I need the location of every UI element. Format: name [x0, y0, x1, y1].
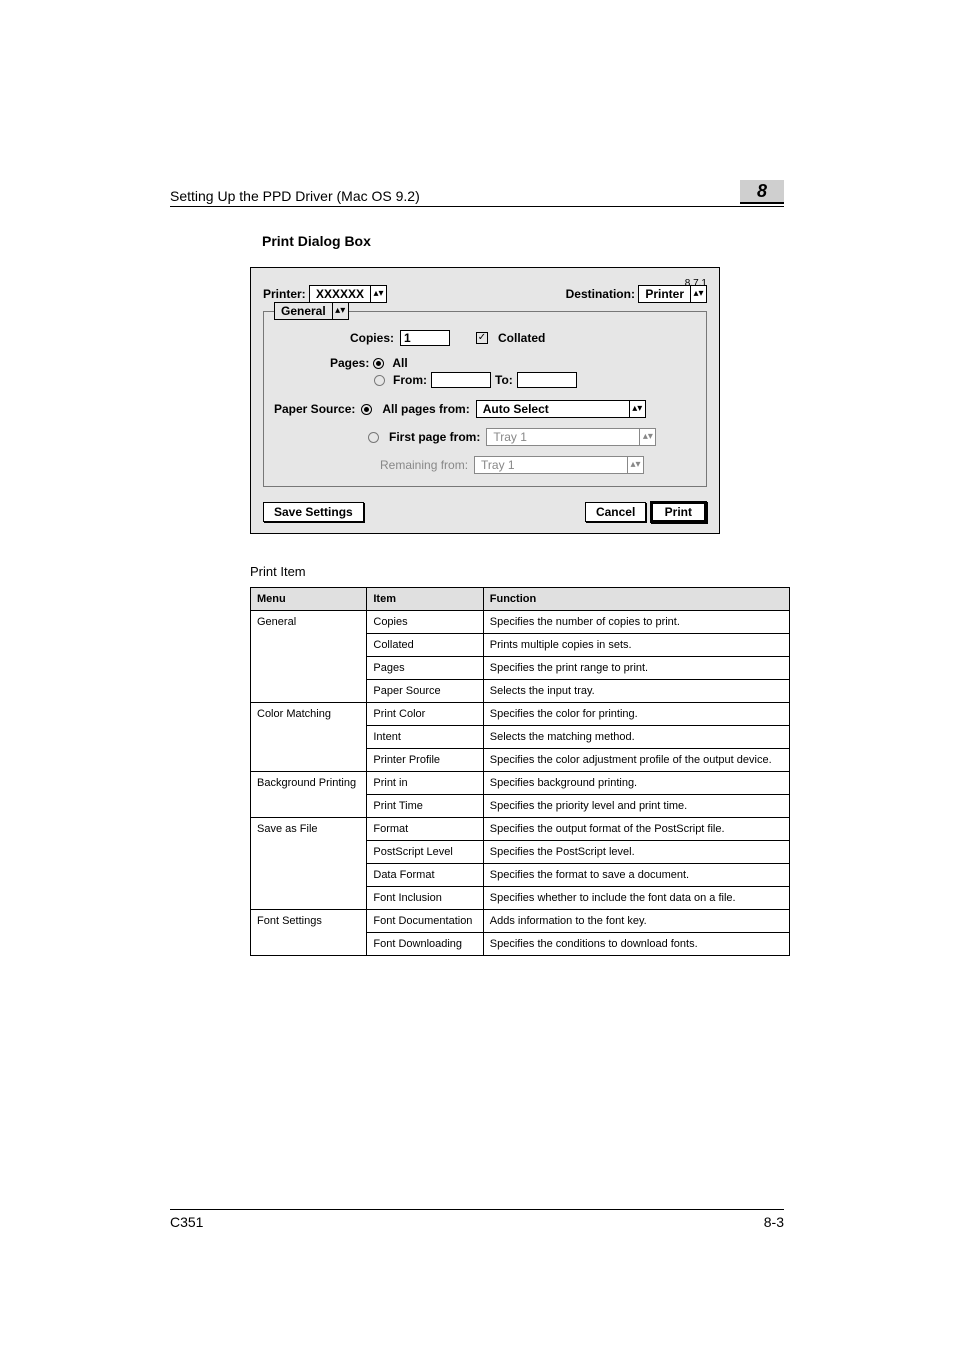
col-item: Item	[367, 588, 483, 611]
cell-item: Font Inclusion	[367, 887, 483, 910]
footer-page: 8-3	[764, 1214, 784, 1230]
cell-item: Intent	[367, 726, 483, 749]
pages-all-radio[interactable]	[373, 358, 384, 369]
table-row: Save as FileFormatSpecifies the output f…	[251, 818, 790, 841]
col-function: Function	[483, 588, 789, 611]
col-menu: Menu	[251, 588, 367, 611]
cell-menu: Background Printing	[251, 772, 367, 818]
first-page-from-radio[interactable]	[368, 432, 379, 443]
cell-item: Font Downloading	[367, 933, 483, 956]
cell-item: Format	[367, 818, 483, 841]
remaining-from-select: Tray 1 ▴▾	[474, 456, 644, 474]
cell-item: Print Color	[367, 703, 483, 726]
cell-item: Print in	[367, 772, 483, 795]
all-pages-from-value: Auto Select	[477, 402, 555, 416]
all-pages-from-select[interactable]: Auto Select ▴▾	[476, 400, 646, 418]
cell-menu: Font Settings	[251, 910, 367, 956]
pages-to-input[interactable]	[517, 372, 577, 388]
paper-source-label: Paper Source:	[274, 402, 355, 416]
cell-function: Specifies whether to include the font da…	[483, 887, 789, 910]
panel-select[interactable]: General ▴▾	[274, 302, 349, 320]
updown-caret-icon: ▴▾	[332, 303, 348, 319]
all-pages-from-label: All pages from:	[382, 402, 469, 416]
section-title: Print Dialog Box	[262, 233, 784, 249]
updown-caret-icon: ▴▾	[629, 401, 645, 417]
cell-function: Specifies the conditions to download fon…	[483, 933, 789, 956]
table-row: Font SettingsFont DocumentationAdds info…	[251, 910, 790, 933]
cell-function: Specifies the number of copies to print.	[483, 611, 789, 634]
pages-from-input[interactable]	[431, 372, 491, 388]
cell-item: Pages	[367, 657, 483, 680]
updown-caret-icon: ▴▾	[639, 429, 655, 445]
printer-label: Printer:	[263, 287, 306, 301]
print-dialog: 8.7.1 Printer: XXXXXX ▴▾ Destination: Pr…	[250, 267, 720, 534]
pages-from-radio[interactable]	[374, 375, 385, 386]
table-row: GeneralCopiesSpecifies the number of cop…	[251, 611, 790, 634]
cell-function: Specifies the priority level and print t…	[483, 795, 789, 818]
cell-function: Adds information to the font key.	[483, 910, 789, 933]
cell-function: Specifies the output format of the PostS…	[483, 818, 789, 841]
cell-item: Copies	[367, 611, 483, 634]
destination-select-value: Printer	[639, 287, 690, 301]
collated-checkbox[interactable]: ✓	[476, 332, 488, 344]
table-row: Background PrintingPrint inSpecifies bac…	[251, 772, 790, 795]
first-page-from-select: Tray 1 ▴▾	[486, 428, 656, 446]
printer-select-value: XXXXXX	[310, 287, 370, 301]
updown-caret-icon: ▴▾	[627, 457, 643, 473]
table-row: Color MatchingPrint ColorSpecifies the c…	[251, 703, 790, 726]
cell-menu: Save as File	[251, 818, 367, 910]
cell-function: Specifies background printing.	[483, 772, 789, 795]
cell-item: Paper Source	[367, 680, 483, 703]
cell-function: Selects the matching method.	[483, 726, 789, 749]
cell-function: Prints multiple copies in sets.	[483, 634, 789, 657]
all-pages-from-radio[interactable]	[361, 404, 372, 415]
cell-function: Specifies the color adjustment profile o…	[483, 749, 789, 772]
remaining-from-label: Remaining from:	[380, 458, 468, 472]
first-page-from-label: First page from:	[389, 430, 480, 444]
destination-select[interactable]: Printer ▴▾	[638, 285, 707, 303]
cell-item: PostScript Level	[367, 841, 483, 864]
pages-label: Pages:	[330, 356, 369, 370]
remaining-from-value: Tray 1	[475, 458, 521, 472]
cell-function: Specifies the PostScript level.	[483, 841, 789, 864]
panel-select-value: General	[275, 304, 332, 318]
cell-item: Print Time	[367, 795, 483, 818]
print-button[interactable]: Print	[650, 501, 707, 523]
copies-label: Copies:	[274, 331, 394, 345]
first-page-from-value: Tray 1	[487, 430, 533, 444]
cell-function: Specifies the color for printing.	[483, 703, 789, 726]
cell-item: Font Documentation	[367, 910, 483, 933]
updown-caret-icon: ▴▾	[690, 286, 706, 302]
destination-label: Destination:	[566, 287, 635, 301]
print-item-table: Menu Item Function GeneralCopiesSpecifie…	[250, 587, 790, 956]
cell-menu: Color Matching	[251, 703, 367, 772]
cell-function: Specifies the format to save a document.	[483, 864, 789, 887]
cell-item: Data Format	[367, 864, 483, 887]
cell-menu: General	[251, 611, 367, 703]
pages-all-label: All	[392, 356, 407, 370]
copies-input[interactable]: 1	[400, 330, 450, 346]
pages-from-label: From:	[393, 373, 427, 387]
collated-label: Collated	[498, 331, 545, 345]
save-settings-button[interactable]: Save Settings	[263, 502, 364, 522]
pages-to-label: To:	[495, 373, 513, 387]
chapter-number-badge: 8	[740, 180, 784, 204]
updown-caret-icon: ▴▾	[370, 286, 386, 302]
cell-item: Collated	[367, 634, 483, 657]
cell-function: Specifies the print range to print.	[483, 657, 789, 680]
cell-item: Printer Profile	[367, 749, 483, 772]
running-header: Setting Up the PPD Driver (Mac OS 9.2)	[170, 188, 420, 204]
cell-function: Selects the input tray.	[483, 680, 789, 703]
printer-select[interactable]: XXXXXX ▴▾	[309, 285, 387, 303]
cancel-button[interactable]: Cancel	[585, 502, 646, 522]
table-caption: Print Item	[250, 564, 784, 579]
footer-model: C351	[170, 1214, 203, 1230]
